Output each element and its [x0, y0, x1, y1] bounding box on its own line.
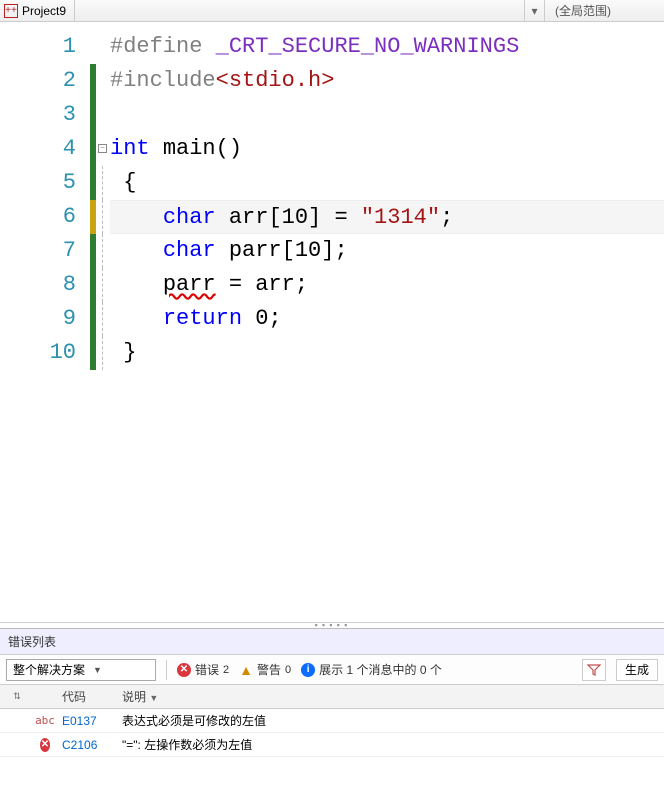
error-icon: ✕	[40, 738, 50, 752]
error-desc-cell: "=": 左操作数必须为左值	[116, 736, 664, 753]
tok-return: return	[163, 306, 242, 331]
filter-button[interactable]	[582, 659, 606, 681]
severity-cell: ✕	[34, 738, 56, 752]
error-list-panel: 错误列表 整个解决方案 ▼ ✕ 错误 2 ▲ 警告 0 i 展示 1 个消息中的…	[0, 628, 664, 796]
file-tab-title: Project9	[22, 4, 66, 18]
filter-icon	[587, 663, 601, 677]
info-text: 展示 1 个消息中的 0 个	[319, 661, 442, 678]
build-button-label: 生成	[625, 661, 649, 678]
error-code-cell: C2106	[56, 738, 116, 752]
error-icon: ✕	[177, 663, 191, 677]
error-list-toolbar: 整个解决方案 ▼ ✕ 错误 2 ▲ 警告 0 i 展示 1 个消息中的 0 个 …	[0, 655, 664, 685]
col-severity[interactable]: ⇅	[0, 691, 34, 702]
tok-main: main	[163, 136, 216, 161]
tok-macro: _CRT_SECURE_NO_WARNINGS	[216, 34, 520, 59]
tab-dropdown[interactable]: ▾	[524, 0, 544, 21]
tok-define: #define	[110, 34, 202, 59]
tok-arr: arr	[229, 205, 269, 230]
tok-semi2: ;	[334, 238, 347, 263]
line-gutter: 1 2 3 4 5 6 7 8 9 10	[0, 22, 90, 622]
tok-arr-dim: [10]	[268, 205, 321, 230]
tok-eq: =	[321, 205, 361, 230]
error-list-title: 错误列表	[0, 629, 664, 655]
line-number: 3	[0, 98, 90, 132]
warn-count: 0	[285, 664, 291, 676]
error-table: ⇅ 代码 说明 ▼ abc E0137 表达式必须是可修改的左值 ✕ C2106…	[0, 685, 664, 796]
tok-char: char	[163, 205, 216, 230]
file-tab[interactable]: ++ Project9	[0, 0, 75, 22]
messages-filter[interactable]: i 展示 1 个消息中的 0 个	[301, 661, 442, 678]
errors-label: 错误	[195, 661, 219, 678]
tok-parens: ()	[216, 136, 242, 161]
tok-parr: parr	[229, 238, 282, 263]
line-number: 7	[0, 234, 90, 268]
tok-include: #include	[110, 68, 216, 93]
fold-column: −	[96, 22, 110, 622]
tok-char2: char	[163, 238, 216, 263]
warning-icon: ▲	[239, 662, 253, 678]
line-number: 2	[0, 64, 90, 98]
divider	[166, 660, 167, 680]
warn-label: 警告	[257, 661, 281, 678]
error-desc-cell: 表达式必须是可修改的左值	[116, 712, 664, 729]
tab-bar: ++ Project9 ▾ (全局范围)	[0, 0, 664, 22]
scope-combo[interactable]: (全局范围)	[544, 0, 664, 21]
tok-semi: ;	[440, 205, 453, 230]
code-area[interactable]: #define _CRT_SECURE_NO_WARNINGS #include…	[110, 22, 664, 622]
line-number: 4	[0, 132, 90, 166]
solution-scope-combo[interactable]: 整个解决方案 ▼	[6, 659, 156, 681]
fold-toggle[interactable]: −	[98, 144, 107, 153]
error-code-cell: E0137	[56, 714, 116, 728]
tok-int: int	[110, 136, 150, 161]
solution-scope-label: 整个解决方案	[13, 661, 85, 678]
line-number: 6	[0, 200, 90, 234]
severity-cell: abc	[34, 714, 56, 727]
tok-assign-lhs: parr	[163, 272, 216, 297]
tok-parr-dim: [10]	[282, 238, 335, 263]
line-number: 8	[0, 268, 90, 302]
line-number: 9	[0, 302, 90, 336]
scope-label: (全局范围)	[555, 2, 611, 19]
col-desc-header[interactable]: 说明 ▼	[116, 688, 664, 705]
tok-str1314: "1314"	[361, 205, 440, 230]
table-row[interactable]: ✕ C2106 "=": 左操作数必须为左值	[0, 733, 664, 757]
warnings-filter[interactable]: ▲ 警告 0	[239, 661, 291, 678]
tok-brace-close: }	[123, 340, 136, 365]
col-code-header[interactable]: 代码	[56, 688, 116, 705]
cpp-icon: ++	[4, 4, 18, 18]
tok-assign-rest: = arr;	[216, 272, 308, 297]
intellisense-icon: abc	[35, 714, 55, 727]
tok-brace-open: {	[123, 170, 136, 195]
table-header: ⇅ 代码 说明 ▼	[0, 685, 664, 709]
editor[interactable]: 1 2 3 4 5 6 7 8 9 10 − #define _CRT_SECU…	[0, 22, 664, 622]
errors-filter[interactable]: ✕ 错误 2	[177, 661, 229, 678]
sort-icon: ▼	[149, 693, 158, 703]
tok-stdio: <stdio.h>	[216, 68, 335, 93]
tok-zero: 0;	[242, 306, 282, 331]
line-number: 5	[0, 166, 90, 200]
line-number: 1	[0, 30, 90, 64]
line-number: 10	[0, 336, 90, 370]
chevron-down-icon: ▼	[93, 665, 102, 675]
table-row[interactable]: abc E0137 表达式必须是可修改的左值	[0, 709, 664, 733]
errors-count: 2	[223, 664, 229, 676]
info-icon: i	[301, 663, 315, 677]
build-button[interactable]: 生成	[616, 659, 658, 681]
